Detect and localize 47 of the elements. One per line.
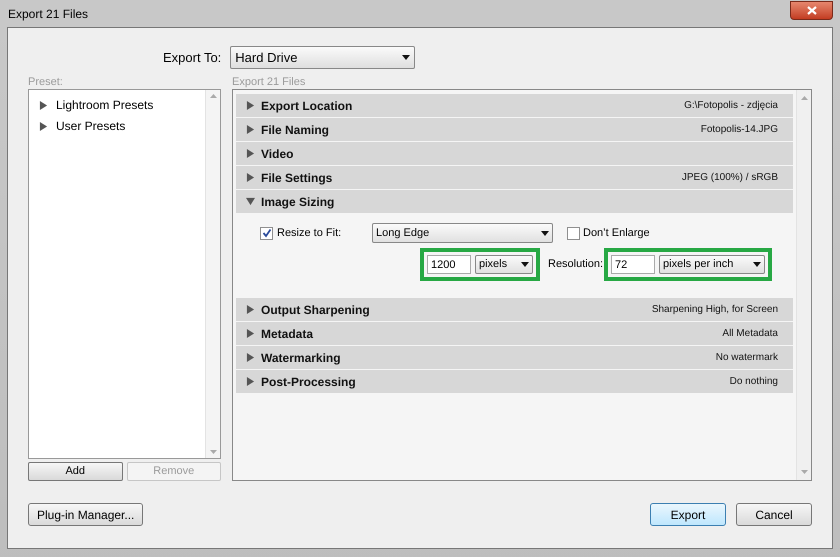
checkbox[interactable] bbox=[567, 226, 580, 240]
section-header[interactable]: Metadata All Metadata bbox=[236, 322, 793, 345]
collapsed-triangle-icon[interactable] bbox=[246, 173, 255, 182]
section-header[interactable]: Post-Processing Do nothing bbox=[236, 370, 793, 393]
section-header[interactable]: Video bbox=[236, 142, 793, 165]
checkbox[interactable] bbox=[260, 226, 273, 240]
caret-icon bbox=[521, 262, 529, 267]
expanded-triangle-icon[interactable] bbox=[246, 197, 255, 206]
section-header[interactable]: File Naming Fotopolis-14.JPG bbox=[236, 118, 793, 141]
add-button[interactable]: Add bbox=[28, 462, 122, 481]
resize-label: Resize to Fit: bbox=[277, 226, 342, 241]
collapsed-triangle-icon[interactable] bbox=[246, 101, 255, 110]
section-header[interactable]: Export Location G:\Fotopolis - zdjęcia bbox=[236, 94, 793, 117]
collapsed-triangle-icon[interactable] bbox=[246, 329, 255, 338]
export-to-dropdown[interactable]: Hard Drive bbox=[230, 46, 416, 69]
preset-folder[interactable]: Lightroom Presets bbox=[39, 96, 205, 114]
resolution-label: Resolution: bbox=[548, 257, 604, 272]
dont-enlarge-label: Don’t Enlarge bbox=[583, 226, 650, 241]
export-to-label: Export To: bbox=[163, 48, 222, 67]
preset-label: Preset: bbox=[28, 75, 64, 88]
collapsed-triangle-icon[interactable] bbox=[246, 305, 255, 314]
collapsed-triangle-icon[interactable] bbox=[246, 149, 255, 158]
export-button[interactable]: Export bbox=[650, 503, 726, 526]
resolution-field[interactable]: 72 bbox=[611, 255, 656, 274]
size-field[interactable]: 1200 bbox=[427, 255, 471, 274]
collapsed-triangle-icon[interactable] bbox=[246, 353, 255, 362]
section-header[interactable]: Watermarking No watermark bbox=[236, 346, 793, 369]
unit-dropdown[interactable]: pixels bbox=[475, 255, 533, 274]
fit-dropdown[interactable]: Long Edge bbox=[372, 223, 553, 243]
collapsed-triangle-icon[interactable] bbox=[39, 122, 48, 130]
close-icon bbox=[806, 6, 816, 15]
collapsed-triangle-icon[interactable] bbox=[246, 125, 255, 134]
panel-title: Export 21 Files bbox=[232, 75, 306, 88]
resolution-unit-dropdown[interactable]: pixels per inch bbox=[659, 255, 766, 274]
preset-folder[interactable]: User Presets bbox=[39, 117, 205, 135]
collapsed-triangle-icon[interactable] bbox=[246, 377, 255, 386]
plugin-manager-button[interactable]: Plug-in Manager... bbox=[28, 503, 144, 526]
caret-icon bbox=[541, 230, 549, 236]
close-button[interactable] bbox=[790, 1, 833, 20]
section-header[interactable]: File Settings JPEG (100%) / sRGB bbox=[236, 166, 793, 189]
caret-icon bbox=[753, 262, 762, 267]
window-title: Export 21 Files bbox=[7, 6, 88, 22]
section-header[interactable]: Image Sizing bbox=[236, 190, 793, 213]
caret-icon bbox=[402, 55, 410, 60]
collapsed-triangle-icon[interactable] bbox=[39, 100, 48, 110]
section-header[interactable]: Output Sharpening Sharpening High, for Screen bbox=[236, 298, 793, 321]
cancel-button[interactable]: Cancel bbox=[736, 503, 812, 526]
